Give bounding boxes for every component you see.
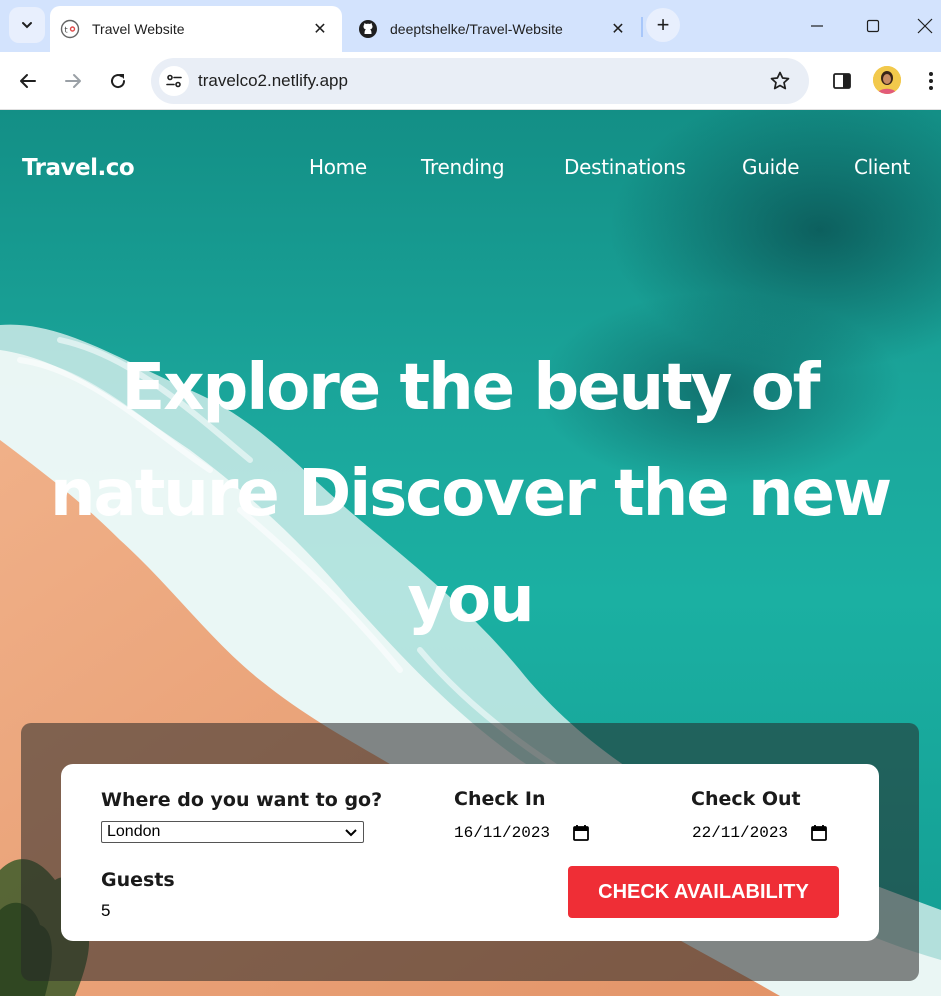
- site-logo[interactable]: Travel.co: [22, 155, 135, 181]
- close-tab-icon[interactable]: ✕: [308, 17, 332, 41]
- tab-title: Travel Website: [92, 21, 185, 37]
- check-availability-button[interactable]: CHECK AVAILABILITY: [568, 866, 839, 918]
- profile-avatar[interactable]: [873, 66, 901, 94]
- browser-menu-button[interactable]: [921, 66, 941, 96]
- checkin-label: Check In: [454, 788, 546, 810]
- reload-icon: [111, 74, 126, 89]
- tab-separator: [641, 17, 643, 37]
- nav-item-client[interactable]: Client: [854, 155, 910, 179]
- minimize-icon: [811, 25, 823, 27]
- nav-item-destinations[interactable]: Destinations: [564, 155, 686, 179]
- guests-label: Guests: [101, 869, 175, 891]
- maximize-icon: [866, 19, 880, 33]
- checkin-value: 16/11/2023: [454, 824, 551, 842]
- checkin-date-input[interactable]: 16/11/2023: [454, 822, 590, 844]
- tab-github-repo[interactable]: deeptshelke/Travel-Website ✕: [348, 6, 640, 52]
- side-panel-icon: [833, 73, 851, 89]
- address-bar[interactable]: travelco2.netlify.app: [151, 58, 809, 104]
- close-window-button[interactable]: [909, 10, 941, 42]
- nav-item-guide[interactable]: Guide: [742, 155, 800, 179]
- guests-input[interactable]: 5: [101, 901, 110, 921]
- reload-button[interactable]: [101, 64, 135, 98]
- browser-toolbar: travelco2.netlify.app: [0, 52, 941, 110]
- tab-title: deeptshelke/Travel-Website: [390, 21, 563, 37]
- close-icon: [917, 18, 933, 34]
- minimize-button[interactable]: [797, 10, 837, 42]
- calendar-icon[interactable]: [810, 824, 828, 842]
- checkout-value: 22/11/2023: [692, 824, 789, 842]
- hero-line-3: you: [407, 563, 534, 637]
- svg-text:t: t: [65, 26, 68, 35]
- chevron-down-icon: [22, 22, 32, 29]
- destination-value: London: [107, 823, 161, 840]
- tab-travel-website[interactable]: t Travel Website ✕: [50, 6, 342, 52]
- forward-button[interactable]: [56, 64, 90, 98]
- bookmark-star-icon[interactable]: [763, 64, 797, 98]
- calendar-icon[interactable]: [572, 824, 590, 842]
- back-arrow-icon: [20, 74, 36, 88]
- hero-line-1: Explore the beuty of: [121, 351, 821, 425]
- browser-tab-bar: t Travel Website ✕ deeptshelke/Travel-We…: [0, 0, 941, 52]
- close-tab-icon[interactable]: ✕: [606, 17, 630, 41]
- github-icon: [358, 19, 378, 39]
- destination-label: Where do you want to go?: [101, 789, 383, 811]
- website-hero-section: Travel.co Home Trending Destinations Gui…: [0, 110, 941, 996]
- travel-favicon-icon: t: [60, 19, 80, 39]
- new-tab-button[interactable]: +: [646, 8, 680, 42]
- more-vertical-icon: [929, 72, 933, 90]
- checkout-date-input[interactable]: 22/11/2023: [692, 822, 828, 844]
- maximize-button[interactable]: [853, 10, 893, 42]
- forward-arrow-icon: [65, 74, 81, 88]
- hero-heading: Explore the beuty of nature Discover the…: [20, 335, 920, 653]
- side-panel-button[interactable]: [825, 64, 859, 98]
- url-text: travelco2.netlify.app: [198, 71, 348, 90]
- tab-search-button[interactable]: [9, 7, 45, 43]
- plus-icon: +: [656, 12, 670, 37]
- back-button[interactable]: [11, 64, 45, 98]
- checkout-label: Check Out: [691, 788, 801, 810]
- chevron-down-icon: [345, 829, 357, 837]
- destination-select[interactable]: London: [101, 821, 364, 843]
- nav-item-home[interactable]: Home: [309, 155, 367, 179]
- nav-item-trending[interactable]: Trending: [421, 155, 505, 179]
- hero-line-2: nature Discover the new: [49, 457, 892, 531]
- booking-form: Where do you want to go? London Check In…: [61, 764, 879, 941]
- site-info-icon[interactable]: [159, 66, 189, 96]
